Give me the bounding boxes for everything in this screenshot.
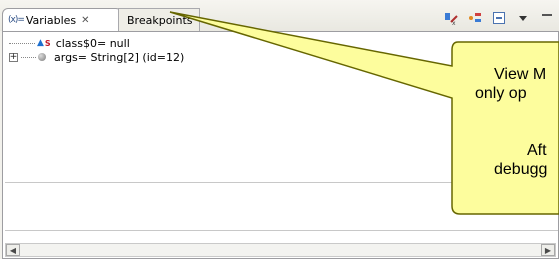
static-field-icon: ▲ [37,38,44,48]
local-variable-icon [38,53,46,61]
tab-breakpoints-label: Breakpoints [127,13,193,27]
tree-connector [21,56,36,58]
variables-panel: ▲ S class$0= null + args= String[2] (id=… [2,31,559,259]
static-marker: S [44,38,51,48]
variables-tree: ▲ S class$0= null + args= String[2] (id=… [9,36,184,64]
detail-pane-divider [5,230,558,231]
variables-view: (x)= Variables ✕ Breakpoints x ▲ S class… [0,0,559,259]
close-icon[interactable]: ✕ [81,15,89,26]
scroll-left-button[interactable]: ◀ [6,244,20,256]
scroll-right-button[interactable]: ▶ [541,244,555,256]
show-type-names-icon[interactable]: x [443,10,459,26]
callout-line: Aft [527,142,547,159]
variable-row-args[interactable]: + args= String[2] (id=12) [9,50,184,64]
tab-variables-label: Variables [25,13,77,27]
tab-breakpoints[interactable]: Breakpoints [118,8,200,31]
variable-label: args= String[2] (id=12) [54,50,185,64]
horizontal-scrollbar[interactable]: ◀ ▶ [5,243,556,257]
variables-icon: (x)= [8,15,25,25]
view-tab-bar: (x)= Variables ✕ Breakpoints x [0,0,559,31]
variable-row-class0[interactable]: ▲ S class$0= null [9,36,184,50]
callout-line: debugg [494,161,548,178]
show-logical-structure-icon[interactable] [467,10,483,26]
view-toolbar: x [443,10,559,26]
tree-connector [9,42,35,44]
collapse-all-icon[interactable] [491,10,507,26]
view-menu-icon[interactable] [515,10,531,26]
detail-pane-divider[interactable] [5,182,558,183]
variable-label: class$0= null [55,36,130,50]
svg-text:x: x [452,20,456,26]
expand-icon[interactable]: + [9,52,18,62]
tab-variables[interactable]: (x)= Variables ✕ [2,8,122,31]
callout-line: View M [494,66,547,83]
minimize-icon[interactable] [539,10,555,26]
callout-line: only op [475,85,527,102]
